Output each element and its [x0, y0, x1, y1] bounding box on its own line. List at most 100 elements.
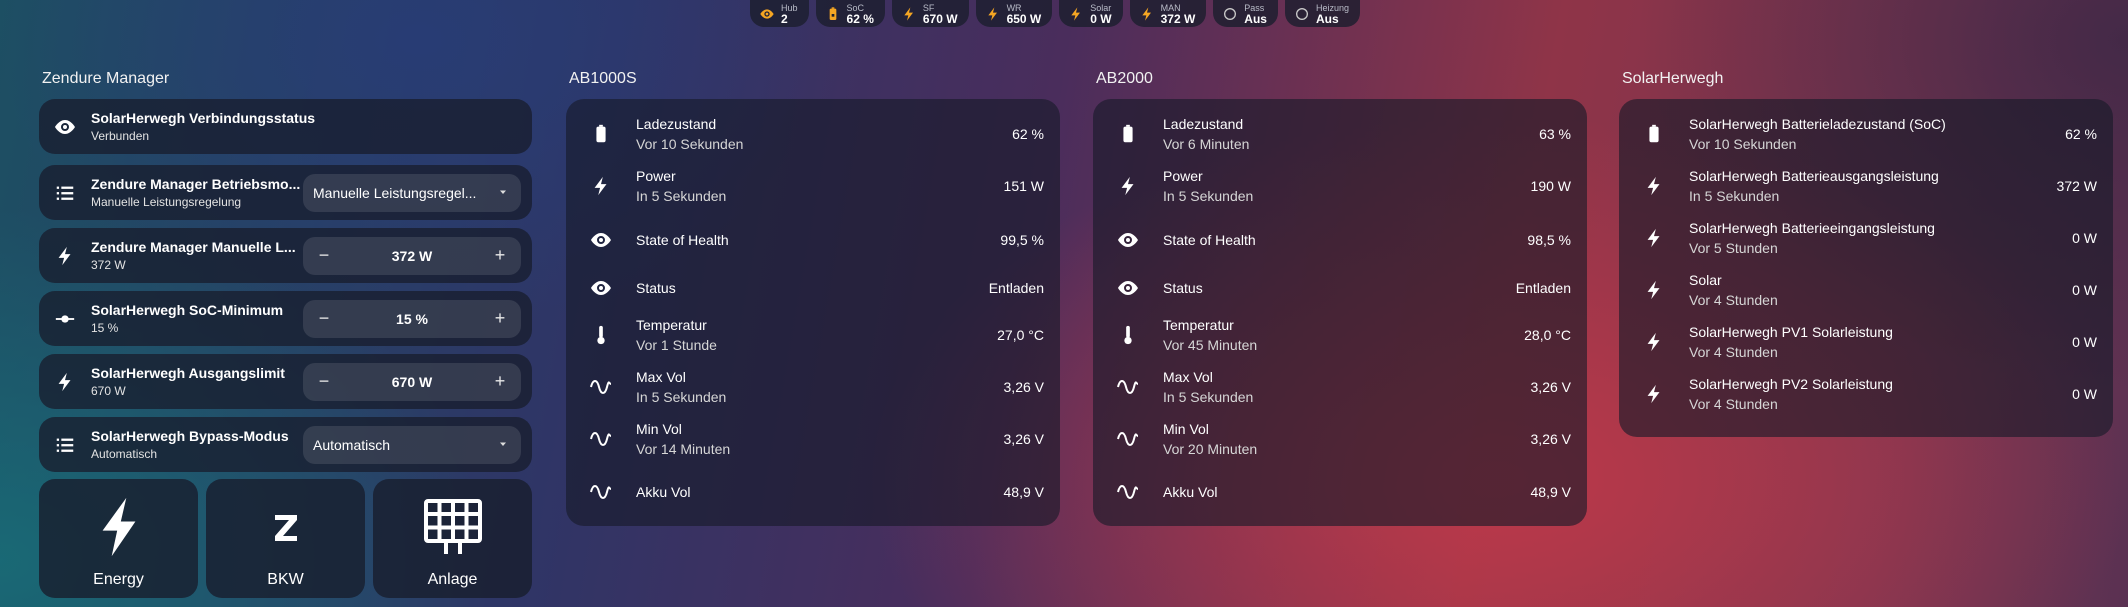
- bolt-icon: [1139, 6, 1155, 22]
- entity-row[interactable]: Status Entladen: [566, 276, 1060, 300]
- operation-mode-select[interactable]: Manuelle Leistungsregel...: [303, 173, 521, 212]
- entity-row[interactable]: Max Vol In 5 Sekunden 3,26 V: [1093, 369, 1587, 405]
- bypass-mode-select[interactable]: Automatisch: [303, 425, 521, 464]
- entity-row[interactable]: State of Health 98,5 %: [1093, 228, 1587, 252]
- row-name: Zendure Manager Betriebsmo...: [91, 176, 301, 192]
- manual-power-stepper[interactable]: − 372 W +: [303, 236, 521, 275]
- chip-solar[interactable]: Solar 0 W: [1059, 0, 1123, 27]
- entity-row[interactable]: Power In 5 Sekunden 151 W: [566, 168, 1060, 204]
- manager-row-manual-power[interactable]: Zendure Manager Manuelle L... 372 W − 372…: [39, 228, 532, 283]
- bolt-icon: [97, 493, 141, 561]
- chip-hub[interactable]: Hub 2: [750, 0, 809, 27]
- card-solarherwegh: SolarHerwegh Batterieladezustand (SoC) Vo…: [1619, 99, 2113, 437]
- bolt-icon: [1619, 175, 1689, 197]
- chip-value: 372 W: [1160, 11, 1196, 26]
- manager-row-bypass-mode[interactable]: SolarHerwegh Bypass-Modus Automatisch Aut…: [39, 417, 532, 472]
- entity-name: SolarHerwegh Batterieeingangsleistung: [1689, 220, 1935, 236]
- entity-row[interactable]: State of Health 99,5 %: [566, 228, 1060, 252]
- list-icon: [39, 182, 91, 204]
- tile-energy[interactable]: Energy: [39, 479, 198, 598]
- sine-wave-icon: [1093, 427, 1163, 451]
- soc-minimum-stepper[interactable]: − 15 % +: [303, 299, 521, 338]
- decrement-button[interactable]: −: [313, 245, 335, 266]
- solar-panel-icon: [423, 493, 483, 561]
- entity-name: State of Health: [636, 232, 729, 248]
- chip-sf[interactable]: SF 670 W: [891, 0, 969, 27]
- chip-pass[interactable]: Pass Aus: [1213, 0, 1278, 27]
- row-name: SolarHerwegh Ausgangslimit: [91, 365, 285, 381]
- entity-updated: Vor 10 Sekunden: [1689, 136, 1797, 152]
- manager-row-output-limit[interactable]: SolarHerwegh Ausgangslimit 670 W − 670 W …: [39, 354, 532, 409]
- entity-name: Status: [1163, 280, 1203, 296]
- entity-updated: In 5 Sekunden: [636, 188, 727, 204]
- entity-value: 28,0 °C: [1524, 327, 1571, 343]
- entity-row[interactable]: Solar Vor 4 Stunden 0 W: [1619, 272, 2113, 308]
- bolt-icon: [39, 371, 91, 393]
- column-title-solarherwegh: SolarHerwegh: [1622, 70, 1724, 87]
- manager-row-soc-minimum[interactable]: SolarHerwegh SoC-Minimum 15 % − 15 % +: [39, 291, 532, 346]
- chip-soc[interactable]: SoC 62 %: [815, 0, 885, 27]
- manager-row-operation-mode[interactable]: Zendure Manager Betriebsmo... Manuelle Le…: [39, 165, 532, 220]
- entity-value: 62 %: [1012, 126, 1044, 142]
- increment-button[interactable]: +: [489, 371, 511, 392]
- output-limit-stepper[interactable]: − 670 W +: [303, 362, 521, 401]
- eye-icon: [759, 6, 775, 22]
- eye-icon: [39, 115, 91, 139]
- chip-wr[interactable]: WR 650 W: [975, 0, 1053, 27]
- decrement-button[interactable]: −: [313, 308, 335, 329]
- entity-row[interactable]: SolarHerwegh PV1 Solarleistung Vor 4 Stun…: [1619, 324, 2113, 360]
- entity-name: Max Vol: [1163, 369, 1213, 385]
- entity-updated: Vor 6 Minuten: [1163, 136, 1250, 152]
- entity-row[interactable]: Temperatur Vor 45 Minuten 28,0 °C: [1093, 317, 1587, 353]
- entity-name: Temperatur: [636, 317, 707, 333]
- battery-icon: [1093, 123, 1163, 145]
- bolt-icon: [39, 245, 91, 267]
- column-title-manager: Zendure Manager: [42, 70, 170, 87]
- row-name: SolarHerwegh Verbindungsstatus: [91, 110, 316, 126]
- entity-name: Temperatur: [1163, 317, 1234, 333]
- entity-row[interactable]: Ladezustand Vor 10 Sekunden 62 %: [566, 116, 1060, 152]
- tile-anlage[interactable]: Anlage: [373, 479, 532, 598]
- entity-row[interactable]: Max Vol In 5 Sekunden 3,26 V: [566, 369, 1060, 405]
- tile-bkw[interactable]: BKW: [206, 479, 365, 598]
- entity-row[interactable]: Ladezustand Vor 6 Minuten 63 %: [1093, 116, 1587, 152]
- increment-button[interactable]: +: [489, 308, 511, 329]
- stepper-value: 372 W: [391, 247, 433, 264]
- battery-icon: [566, 123, 636, 145]
- battery-icon: [1619, 123, 1689, 145]
- tile-label: BKW: [267, 571, 304, 588]
- entity-row[interactable]: Min Vol Vor 20 Minuten 3,26 V: [1093, 421, 1587, 457]
- bolt-icon: [1619, 227, 1689, 249]
- entity-value: Entladen: [1515, 280, 1571, 296]
- thermometer-icon: [566, 324, 636, 346]
- entity-name: Max Vol: [636, 369, 686, 385]
- entity-row[interactable]: Min Vol Vor 14 Minuten 3,26 V: [566, 421, 1060, 457]
- bolt-icon: [985, 6, 1001, 22]
- entity-row[interactable]: SolarHerwegh Batterieladezustand (SoC) Vo…: [1619, 116, 2113, 152]
- eye-icon: [1093, 276, 1163, 300]
- battery-lock-icon: [825, 6, 841, 22]
- entity-row[interactable]: SolarHerwegh Batterieausgangsleistung In …: [1619, 168, 2113, 204]
- entity-row[interactable]: SolarHerwegh Batterieeingangsleistung Vor…: [1619, 220, 2113, 256]
- chevron-down-icon: [497, 185, 509, 201]
- entity-value: 62 %: [2065, 126, 2097, 142]
- entity-updated: Vor 45 Minuten: [1163, 337, 1258, 353]
- chip-value: Aus: [1315, 11, 1339, 26]
- entity-name: Ladezustand: [1163, 116, 1244, 132]
- entity-value: 99,5 %: [1000, 232, 1044, 248]
- entity-row[interactable]: Akku Vol 48,9 V: [566, 480, 1060, 504]
- entity-updated: Vor 20 Minuten: [1163, 441, 1258, 457]
- entity-row[interactable]: Status Entladen: [1093, 276, 1587, 300]
- manager-row-connection[interactable]: SolarHerwegh Verbindungsstatus Verbunden: [39, 99, 532, 154]
- decrement-button[interactable]: −: [313, 371, 335, 392]
- entity-row[interactable]: Power In 5 Sekunden 190 W: [1093, 168, 1587, 204]
- entity-updated: Vor 4 Stunden: [1689, 396, 1778, 412]
- chip-man[interactable]: MAN 372 W: [1129, 0, 1207, 27]
- entity-row[interactable]: SolarHerwegh PV2 Solarleistung Vor 4 Stun…: [1619, 376, 2113, 412]
- entity-row[interactable]: Temperatur Vor 1 Stunde 27,0 °C: [566, 317, 1060, 353]
- chip-heizung[interactable]: Heizung Aus: [1284, 0, 1360, 27]
- entity-updated: Vor 1 Stunde: [636, 337, 717, 353]
- increment-button[interactable]: +: [489, 245, 511, 266]
- entity-row[interactable]: Akku Vol 48,9 V: [1093, 480, 1587, 504]
- chip-value: 0 W: [1090, 11, 1112, 26]
